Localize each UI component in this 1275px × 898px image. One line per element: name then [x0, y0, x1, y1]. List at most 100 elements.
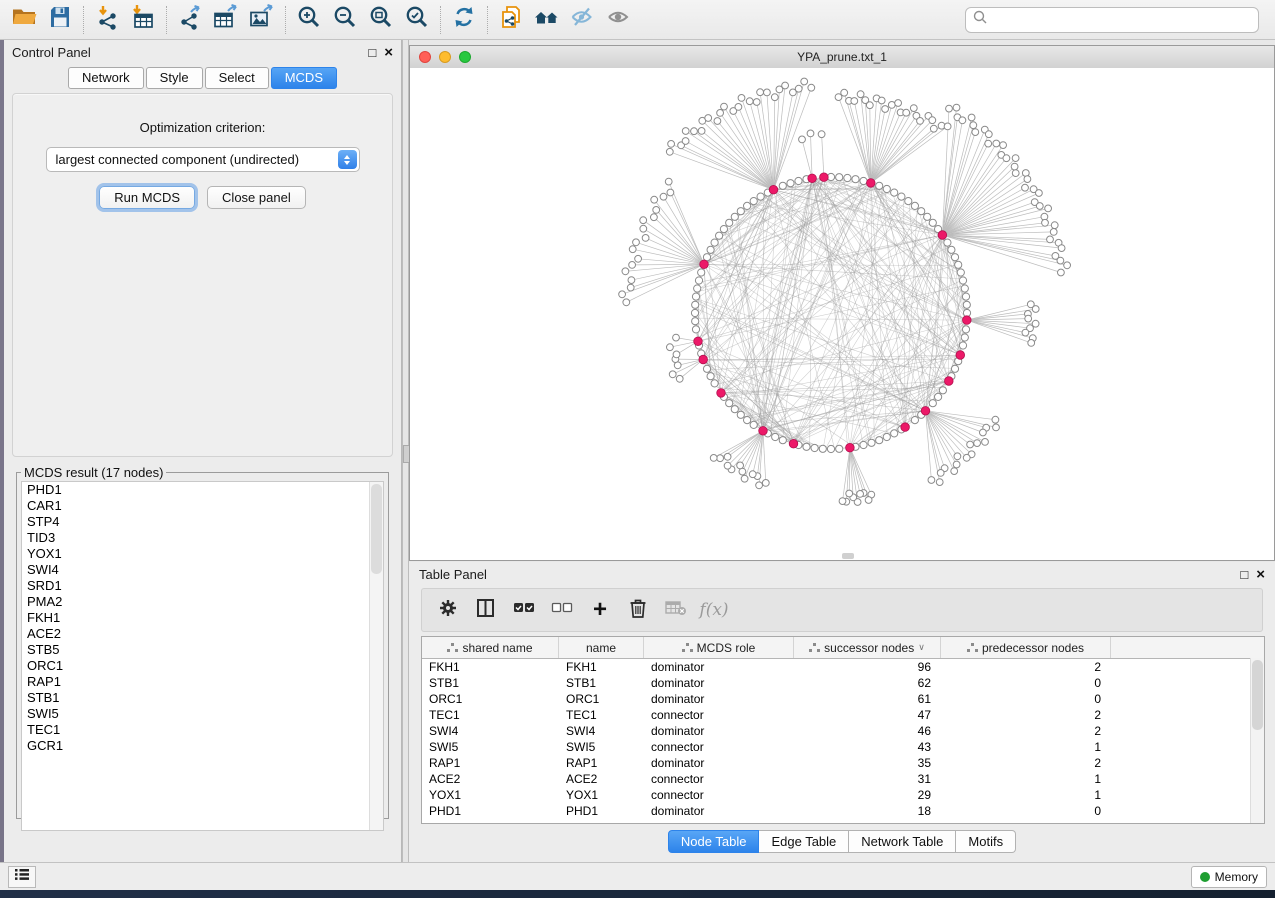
export-image-button[interactable]: [244, 4, 280, 36]
mcds-result-item[interactable]: YOX1: [22, 546, 383, 562]
save-session-button[interactable]: [42, 4, 78, 36]
import-table-button[interactable]: [125, 4, 161, 36]
zoom-selected-icon: [404, 4, 430, 35]
mcds-result-item[interactable]: FKH1: [22, 610, 383, 626]
tab-network[interactable]: Network: [68, 67, 144, 89]
tab-node-table[interactable]: Node Table: [668, 830, 760, 853]
mcds-result-item[interactable]: STB5: [22, 642, 383, 658]
select-stepper-icon: [338, 150, 357, 169]
mcds-result-list[interactable]: PHD1CAR1STP4TID3YOX1SWI4SRD1PMA2FKH1ACE2…: [21, 481, 384, 831]
open-file-button[interactable]: [6, 4, 42, 36]
table-row[interactable]: SWI5SWI5connector431: [422, 739, 1264, 755]
panel-splitter[interactable]: [402, 40, 409, 862]
mcds-result-item[interactable]: RAP1: [22, 674, 383, 690]
column-header-shared-name[interactable]: shared name: [422, 637, 559, 658]
create-column-button[interactable]: +: [588, 598, 612, 622]
mcds-result-item[interactable]: TEC1: [22, 722, 383, 738]
table-row[interactable]: FKH1FKH1dominator962: [422, 659, 1264, 675]
table-row[interactable]: YOX1YOX1connector291: [422, 787, 1264, 803]
tab-motifs[interactable]: Motifs: [956, 830, 1016, 853]
column-header-MCDS-role[interactable]: MCDS role: [644, 637, 794, 658]
tab-style[interactable]: Style: [146, 67, 203, 89]
zoom-fit-button[interactable]: [363, 4, 399, 36]
float-panel-icon[interactable]: □: [368, 46, 376, 59]
table-cell: FKH1: [422, 660, 559, 674]
table-row[interactable]: STB1STB1dominator620: [422, 675, 1264, 691]
table-row[interactable]: SWI4SWI4dominator462: [422, 723, 1264, 739]
close-panel-icon[interactable]: ×: [384, 45, 393, 60]
show-column-button[interactable]: [474, 598, 498, 622]
mcds-result-item[interactable]: ACE2: [22, 626, 383, 642]
search-input[interactable]: [988, 12, 1252, 28]
refresh-button[interactable]: [446, 4, 482, 36]
table-row[interactable]: ACE2ACE2connector311: [422, 771, 1264, 787]
table-cell: RAP1: [559, 756, 644, 770]
mcds-result-item[interactable]: SWI5: [22, 706, 383, 722]
memory-button[interactable]: Memory: [1191, 866, 1267, 888]
export-network-button[interactable]: [172, 4, 208, 36]
tab-select[interactable]: Select: [205, 67, 269, 89]
tab-network-table[interactable]: Network Table: [849, 830, 956, 853]
table-cell: TEC1: [559, 708, 644, 722]
zoom-fit-icon: [368, 4, 394, 35]
criterion-select[interactable]: largest connected component (undirected): [46, 147, 360, 172]
refresh-icon: [451, 4, 477, 35]
mcds-result-item[interactable]: PMA2: [22, 594, 383, 610]
export-table-button[interactable]: [208, 4, 244, 36]
table-cell: 2: [941, 708, 1111, 722]
table-settings-button[interactable]: [436, 598, 460, 622]
table-row[interactable]: RAP1RAP1dominator352: [422, 755, 1264, 771]
delete-column-button[interactable]: [626, 598, 650, 622]
zoom-selected-button[interactable]: [399, 4, 435, 36]
status-bar: Memory: [0, 862, 1275, 890]
column-header-predecessor-nodes[interactable]: predecessor nodes: [941, 637, 1111, 658]
table-row[interactable]: ORC1ORC1dominator610: [422, 691, 1264, 707]
mcds-result-item[interactable]: SRD1: [22, 578, 383, 594]
mcds-result-item[interactable]: GCR1: [22, 738, 383, 754]
deselect-all-rows-button[interactable]: [550, 598, 574, 622]
table-cell: 31: [794, 772, 941, 786]
table-row[interactable]: TEC1TEC1connector472: [422, 707, 1264, 723]
close-table-panel-icon[interactable]: ×: [1256, 567, 1265, 582]
hide-selected-button[interactable]: [565, 4, 601, 36]
mcds-result-item[interactable]: SWI4: [22, 562, 383, 578]
network-window-titlebar[interactable]: YPA_prune.txt_1: [410, 46, 1274, 69]
table-scrollbar[interactable]: [1250, 658, 1264, 823]
export-image-icon: [248, 4, 276, 35]
table-cell: 43: [794, 740, 941, 754]
column-header-name[interactable]: name: [559, 637, 644, 658]
mcds-result-item[interactable]: TID3: [22, 530, 383, 546]
import-network-button[interactable]: [89, 4, 125, 36]
tab-mcds[interactable]: MCDS: [271, 67, 337, 89]
close-panel-button[interactable]: Close panel: [207, 186, 306, 209]
zoom-out-button[interactable]: [327, 4, 363, 36]
network-canvas[interactable]: [410, 68, 1274, 560]
table-cell: YOX1: [559, 788, 644, 802]
network-hscroll-thumb[interactable]: [842, 553, 854, 559]
memory-label: Memory: [1215, 870, 1258, 884]
table-panel: Table Panel □ ×: [409, 562, 1275, 862]
zoom-in-button[interactable]: [291, 4, 327, 36]
table-cell: connector: [644, 788, 794, 802]
first-neighbors-button[interactable]: [529, 4, 565, 36]
run-mcds-button[interactable]: Run MCDS: [99, 186, 195, 209]
mcds-result-item[interactable]: STP4: [22, 514, 383, 530]
mcds-result-item[interactable]: PHD1: [22, 482, 383, 498]
table-cell: ACE2: [559, 772, 644, 786]
task-history-button[interactable]: [8, 866, 36, 888]
float-table-panel-icon[interactable]: □: [1240, 568, 1248, 581]
table-cell: 61: [794, 692, 941, 706]
show-all-button[interactable]: [601, 4, 637, 36]
mcds-result-item[interactable]: CAR1: [22, 498, 383, 514]
mcds-list-scrollbar[interactable]: [369, 482, 383, 830]
column-header-successor-nodes[interactable]: successor nodes∨: [794, 637, 941, 658]
floppy-disk-icon: [47, 4, 73, 35]
checked-boxes-icon: [513, 598, 535, 623]
mcds-result-item[interactable]: STB1: [22, 690, 383, 706]
table-row[interactable]: PHD1PHD1dominator180: [422, 803, 1264, 819]
tab-edge-table[interactable]: Edge Table: [759, 830, 849, 853]
select-all-rows-button[interactable]: [512, 598, 536, 622]
clone-network-button[interactable]: [493, 4, 529, 36]
mcds-result-item[interactable]: ORC1: [22, 658, 383, 674]
network-graph[interactable]: [410, 68, 1274, 560]
